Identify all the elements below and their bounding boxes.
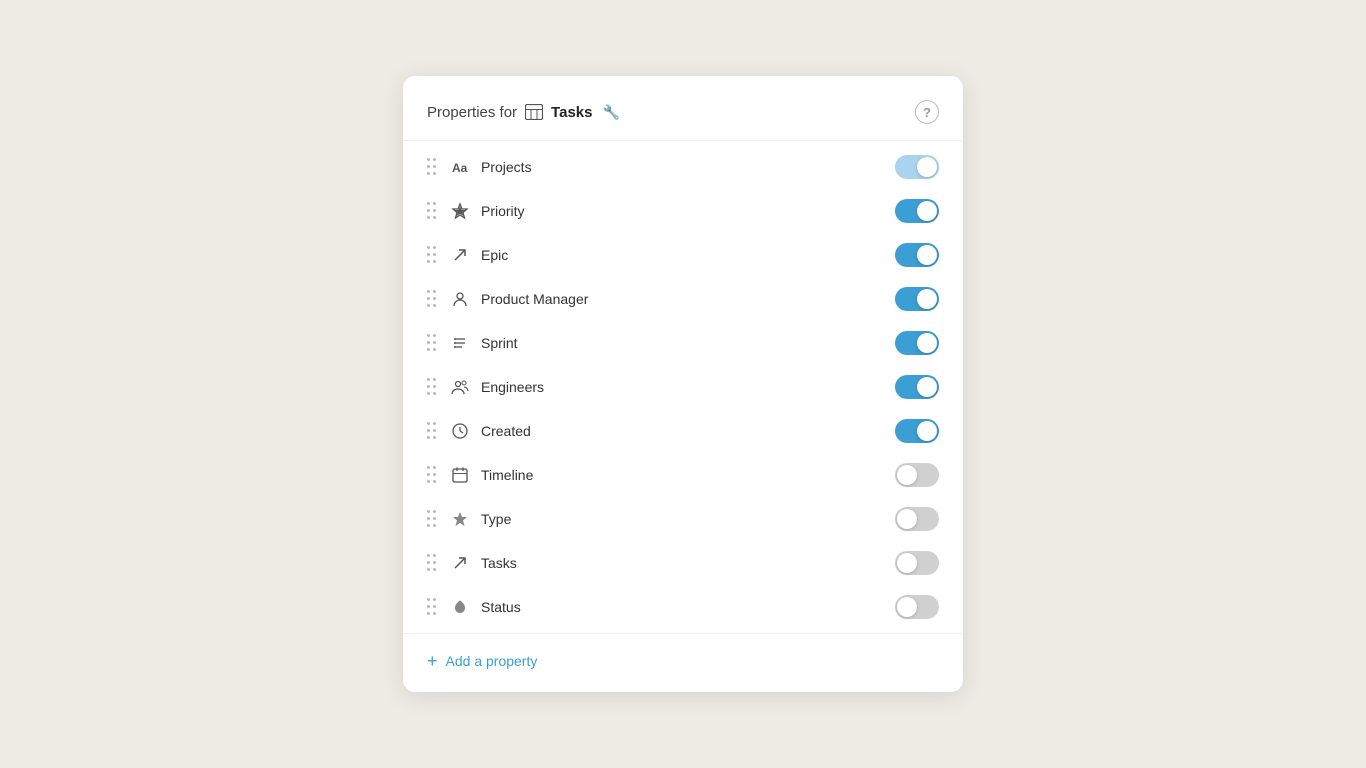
svg-text:Aa: Aa xyxy=(452,161,468,175)
property-row-priority: Priority xyxy=(403,189,963,233)
toggle-tasks[interactable] xyxy=(895,551,939,575)
property-row-sprint: Sprint xyxy=(403,321,963,365)
drag-handle-type[interactable] xyxy=(427,510,439,528)
drag-handle-sprint[interactable] xyxy=(427,334,439,352)
help-label: ? xyxy=(923,105,931,120)
prop-icon-product_manager xyxy=(449,290,471,308)
property-row-epic: Epic xyxy=(403,233,963,277)
prop-icon-timeline xyxy=(449,466,471,484)
prop-icon-engineers xyxy=(449,378,471,396)
prop-icon-tasks xyxy=(449,554,471,572)
drag-handle-epic[interactable] xyxy=(427,246,439,264)
prop-label-projects: Projects xyxy=(481,159,885,175)
drag-handle-created[interactable] xyxy=(427,422,439,440)
prop-icon-created xyxy=(449,422,471,440)
plus-icon: + xyxy=(427,652,438,670)
add-property-label: Add a property xyxy=(446,653,538,669)
table-icon xyxy=(525,104,543,120)
prop-icon-epic xyxy=(449,246,471,264)
prop-label-sprint: Sprint xyxy=(481,335,885,351)
drag-handle-product_manager[interactable] xyxy=(427,290,439,308)
prop-label-timeline: Timeline xyxy=(481,467,885,483)
toggle-epic[interactable] xyxy=(895,243,939,267)
table-name: Tasks xyxy=(551,104,592,121)
divider xyxy=(403,633,963,634)
prop-label-created: Created xyxy=(481,423,885,439)
prop-icon-projects: Aa xyxy=(449,158,471,176)
prop-icon-sprint xyxy=(449,334,471,352)
toggle-engineers[interactable] xyxy=(895,375,939,399)
toggle-priority[interactable] xyxy=(895,199,939,223)
prop-icon-type xyxy=(449,510,471,528)
drag-handle-status[interactable] xyxy=(427,598,439,616)
property-row-tasks: Tasks xyxy=(403,541,963,585)
panel-header: Properties for Tasks 🔧 ? xyxy=(403,100,963,141)
property-row-engineers: Engineers xyxy=(403,365,963,409)
prop-label-type: Type xyxy=(481,511,885,527)
drag-handle-timeline[interactable] xyxy=(427,466,439,484)
toggle-product_manager[interactable] xyxy=(895,287,939,311)
toggle-created[interactable] xyxy=(895,419,939,443)
drag-handle-priority[interactable] xyxy=(427,202,439,220)
property-list: Aa Projects Priority Epic xyxy=(403,145,963,629)
prop-label-priority: Priority xyxy=(481,203,885,219)
property-row-projects: Aa Projects xyxy=(403,145,963,189)
property-row-product_manager: Product Manager xyxy=(403,277,963,321)
prop-label-epic: Epic xyxy=(481,247,885,263)
property-row-timeline: Timeline xyxy=(403,453,963,497)
drag-handle-engineers[interactable] xyxy=(427,378,439,396)
toggle-timeline[interactable] xyxy=(895,463,939,487)
help-button[interactable]: ? xyxy=(915,100,939,124)
panel-title: Properties for Tasks 🔧 xyxy=(427,104,620,121)
properties-panel: Properties for Tasks 🔧 ? Aa Projects xyxy=(403,76,963,692)
toggle-status[interactable] xyxy=(895,595,939,619)
prop-icon-priority xyxy=(449,202,471,220)
property-row-status: Status xyxy=(403,585,963,629)
prop-icon-status xyxy=(449,598,471,616)
property-row-created: Created xyxy=(403,409,963,453)
title-prefix: Properties for xyxy=(427,104,517,121)
toggle-sprint[interactable] xyxy=(895,331,939,355)
toggle-type[interactable] xyxy=(895,507,939,531)
property-row-type: Type xyxy=(403,497,963,541)
drag-handle-projects[interactable] xyxy=(427,158,439,176)
prop-label-status: Status xyxy=(481,599,885,615)
prop-label-product_manager: Product Manager xyxy=(481,291,885,307)
add-property-button[interactable]: + Add a property xyxy=(403,638,963,684)
prop-label-engineers: Engineers xyxy=(481,379,885,395)
drag-handle-tasks[interactable] xyxy=(427,554,439,572)
prop-label-tasks: Tasks xyxy=(481,555,885,571)
wrench-icon: 🔧 xyxy=(602,104,619,121)
toggle-projects[interactable] xyxy=(895,155,939,179)
